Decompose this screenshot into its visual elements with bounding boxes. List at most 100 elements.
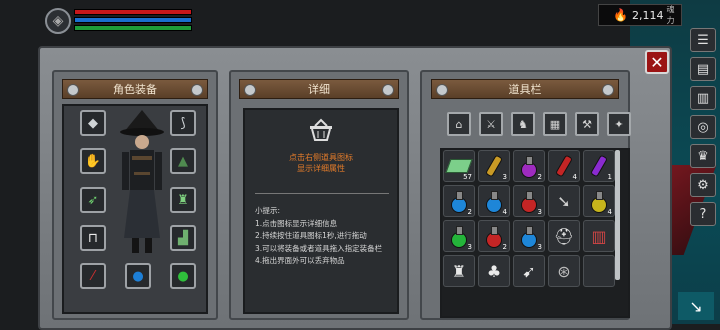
inventory-panel-title: 道具栏 (431, 79, 619, 99)
player-avatar[interactable]: ◈ (45, 8, 71, 34)
inventory-slot-green-gem[interactable]: 57 (443, 150, 475, 182)
arrow-icon: ➘ (557, 191, 571, 211)
bone-icon[interactable]: ✦ (607, 112, 631, 136)
hp-bar-fill (75, 10, 191, 14)
item-count: 2 (467, 208, 472, 216)
detail-panel-title: 详细 (239, 79, 399, 99)
inventory-slot-white-robe[interactable]: ♜ (443, 255, 475, 287)
blue-potion-icon: ● (132, 268, 144, 284)
hat-slot[interactable]: ▲ (170, 148, 196, 174)
green-potion-slot[interactable]: ● (170, 263, 196, 289)
inventory-slot-blue-potion-2[interactable]: 4 (478, 185, 510, 217)
white-shirt-icon: ♣ (486, 261, 502, 281)
detail-hint-line1: 点击右侧道具图标 (289, 153, 353, 162)
inventory-title-text: 道具栏 (508, 83, 542, 96)
armor-icon[interactable]: ♞ (511, 112, 535, 136)
basket-icon[interactable]: ⌂ (447, 112, 471, 136)
scroll-icon[interactable]: ▦ (543, 112, 567, 136)
xp-bar-fill (75, 26, 191, 30)
inventory-slot-round-shield[interactable]: ⊛ (548, 255, 580, 287)
close-button[interactable]: ✕ (645, 50, 669, 74)
inventory-slot-white-boots[interactable]: ➹ (513, 255, 545, 287)
inventory-slot-white-shirt[interactable]: ♣ (478, 255, 510, 287)
cloak-slot[interactable]: ⟆ (170, 110, 196, 136)
tip-line-3: 3.可以将装备或者道具拖入指定装备栏 (255, 243, 383, 253)
inventory-slot-red-armor[interactable]: ▥ (583, 220, 615, 252)
crown-icon[interactable]: ♛ (690, 144, 716, 168)
xp-bar (74, 25, 192, 31)
red-potion-slot[interactable]: ⁄ (80, 263, 106, 289)
equipment-panel-title: 角色装备 (62, 79, 208, 99)
help-icon[interactable]: ? (690, 202, 716, 226)
green-potion-icon: ● (177, 268, 189, 284)
inventory-slot-violet-vial[interactable]: 1 (583, 150, 615, 182)
expand-button[interactable]: ↘ (678, 292, 714, 320)
item-count: 4 (572, 173, 577, 181)
detail-hint-line2: 显示详细属性 (297, 164, 345, 173)
inventory-slot-white-helmet[interactable]: ⛑ (548, 220, 580, 252)
flame-icon: 🔥 (613, 8, 628, 22)
inventory-slot-empty[interactable] (583, 255, 615, 287)
pants-icon: ⊓ (87, 230, 99, 246)
tip-line-1: 1.点击图标显示详细信息 (255, 218, 338, 228)
red-armor-icon: ▥ (591, 226, 607, 246)
white-boots-icon: ➹ (522, 261, 536, 281)
armor-slot[interactable]: ♜ (170, 187, 196, 213)
gloves-slot[interactable]: ✋ (80, 148, 106, 174)
item-count: 1 (607, 173, 612, 181)
inventory-slot-red-vial[interactable]: 4 (548, 150, 580, 182)
book-icon[interactable]: ▥ (690, 86, 716, 110)
inventory-slot-red-potion-2[interactable]: 2 (478, 220, 510, 252)
basket-icon (307, 118, 335, 142)
blue-potion-slot[interactable]: ● (125, 263, 151, 289)
sword-icon[interactable]: ⚔ (479, 112, 503, 136)
hammer-icon[interactable]: ⚒ (575, 112, 599, 136)
item-count: 3 (467, 243, 472, 251)
armor-icon: ♜ (177, 192, 189, 208)
white-helmet-icon: ⛑ (553, 226, 575, 246)
tip-line-2: 2.持续按住道具图标1秒,进行拖动 (255, 231, 367, 240)
item-count: 2 (502, 243, 507, 251)
inventory-slot-blue-potion[interactable]: 2 (443, 185, 475, 217)
character-model (120, 110, 164, 253)
divider (255, 193, 389, 194)
inventory-icon[interactable]: ▤ (690, 57, 716, 81)
target-icon[interactable]: ◎ (690, 115, 716, 139)
inventory-slot-purple-potion[interactable]: 2 (513, 150, 545, 182)
gloves-icon: ✋ (84, 153, 102, 169)
currency-display: 🔥 2,114 魂力 (598, 4, 682, 26)
item-count: 57 (463, 173, 472, 181)
round-shield-icon: ⊛ (557, 261, 571, 281)
shield-icon: ◆ (88, 115, 98, 131)
top-hud: ◈ 🔥 2,114 魂力 (0, 0, 720, 40)
inventory-slot-red-potion[interactable]: 3 (513, 185, 545, 217)
inventory-slot-yellow-potion[interactable]: 3 (478, 150, 510, 182)
currency-value: 2,114 (631, 8, 664, 22)
red-potion-icon: ⁄ (91, 268, 95, 284)
inventory-slot-arrow[interactable]: ➘ (548, 185, 580, 217)
inventory-slot-green-potion[interactable]: 3 (443, 220, 475, 252)
wand-icon: ➶ (87, 192, 99, 208)
gear-icon[interactable]: ⚙ (690, 173, 716, 197)
item-count: 3 (537, 243, 542, 251)
item-count: 3 (537, 208, 542, 216)
currency-unit: 魂力 (666, 5, 675, 25)
menu-icon[interactable]: ☰ (690, 28, 716, 52)
mp-bar (74, 17, 192, 23)
equipment-title-text: 角色装备 (113, 83, 157, 96)
tip-line-4: 4.拖出界面外可以丢弃物品 (255, 256, 345, 265)
shield-slot[interactable]: ◆ (80, 110, 106, 136)
cloak-icon: ⟆ (180, 115, 186, 131)
inventory-slot-yellow-potion-2[interactable]: 4 (583, 185, 615, 217)
detail-content: 点击右侧道具图标 显示详细属性 小提示: 1.点击图标显示详细信息 2.持续按住… (243, 108, 399, 314)
side-menu: ☰ ▤ ▥ ◎ ♛ ⚙? (690, 28, 718, 231)
hp-bar (74, 9, 192, 15)
tips-block: 小提示: 1.点击图标显示详细信息 2.持续按住道具图标1秒,进行拖动 3.可以… (255, 205, 382, 268)
wand-slot[interactable]: ➶ (80, 187, 106, 213)
boots-slot[interactable]: ▟ (170, 225, 196, 251)
detail-title-text: 详细 (308, 83, 330, 96)
pants-slot[interactable]: ⊓ (80, 225, 106, 251)
boots-icon: ▟ (178, 230, 188, 246)
inventory-slot-blue-potion-3[interactable]: 3 (513, 220, 545, 252)
inventory-scrollbar[interactable] (615, 150, 620, 280)
